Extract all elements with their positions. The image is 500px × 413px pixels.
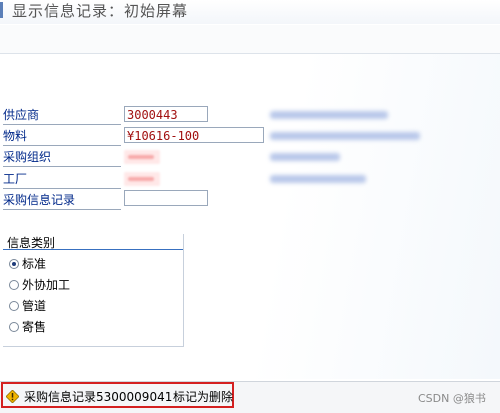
info-record-label: 采购信息记录 [3,192,121,210]
vendor-label: 供应商 [3,107,121,125]
radio-consignment-label: 寄售 [22,320,47,334]
radio-selected-icon [9,259,19,269]
radio-empty-icon [9,322,19,332]
status-message-text: 采购信息记录5300009041 [24,390,173,404]
info-record-field[interactable] [124,190,208,206]
window-titlebar: 显示信息记录：初始屏幕 [0,0,500,24]
material-description-redacted [270,132,420,140]
application-toolbar [0,25,500,54]
window-title: 显示信息记录：初始屏幕 [12,2,189,20]
radio-standard-label: 标准 [22,257,47,271]
material-label: 物料 [3,128,121,146]
radio-standard[interactable]: 标准 [9,256,46,273]
info-category-group: 信息类别 标准 外协加工 管道 寄售 [3,234,184,347]
purchasing-org-name-redacted [270,153,340,161]
radio-pipeline[interactable]: 管道 [9,298,46,315]
status-message-suffix: 标记为删除 [173,390,234,404]
status-message-highlight[interactable]: 采购信息记录5300009041 标记为删除 [1,382,234,408]
radio-empty-icon [9,301,19,311]
title-marker-icon [0,2,3,18]
purchasing-org-field[interactable] [124,150,160,164]
radio-consignment[interactable]: 寄售 [9,319,46,336]
plant-field[interactable] [124,172,160,186]
material-field[interactable]: ¥10616-100 [124,127,264,143]
warning-diamond-icon [6,390,19,403]
plant-name-redacted [270,175,366,183]
radio-empty-icon [9,280,19,290]
radio-subcontracting-label: 外协加工 [22,278,71,292]
status-bar: 采购信息记录5300009041 标记为删除 CSDN @狼书 [0,381,500,413]
watermark: CSDN @狼书 [418,392,486,405]
radio-subcontracting[interactable]: 外协加工 [9,277,70,294]
vendor-name-redacted [270,111,388,119]
radio-pipeline-label: 管道 [22,299,47,313]
purchasing-org-label: 采购组织 [3,149,121,167]
group-title-underline [3,249,183,250]
vendor-field[interactable]: 3000443 [124,106,208,122]
plant-label: 工厂 [3,171,121,189]
initial-screen-area: 供应商 3000443 物料 ¥10616-100 采购组织 工厂 采购信息记录… [0,54,500,379]
